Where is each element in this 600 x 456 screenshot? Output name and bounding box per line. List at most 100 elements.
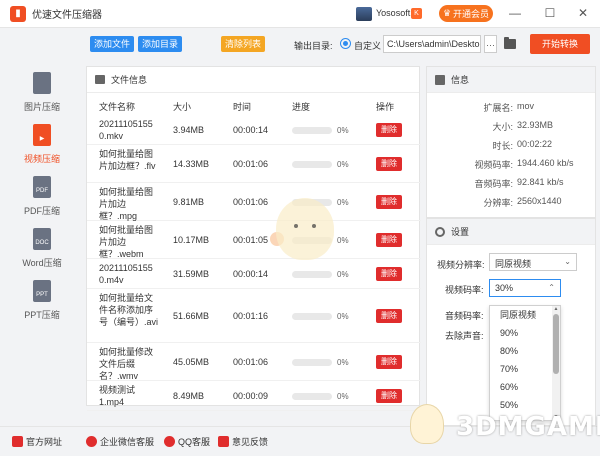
watermark: 3DMGAME xyxy=(400,390,600,456)
title-bar: ▮ 优速文件压缩器 Yososoft K ♛ 开通会员 — ☐ ✕ xyxy=(0,0,600,28)
table-row[interactable]: 视频测试1.mp4 8.49MB 00:00:09 0% 删除 xyxy=(87,381,421,411)
info-value: 92.841 kb/s xyxy=(517,177,564,187)
delete-button[interactable]: 删除 xyxy=(376,233,402,247)
dropdown-option[interactable]: 80% xyxy=(490,342,560,360)
file-duration: 00:00:14 xyxy=(233,125,269,135)
vip-badge-icon: K xyxy=(411,8,422,19)
table-row[interactable]: 如何批量给图片加边框？.flv 14.33MB 00:01:06 0% 删除 xyxy=(87,145,421,183)
table-row[interactable]: 20211105155 0.m4v 31.59MB 00:00:14 0% 删除 xyxy=(87,259,421,289)
maximize-icon[interactable]: ☐ xyxy=(542,5,558,21)
table-row[interactable]: 20211105155 0.mkv 3.94MB 00:00:14 0% 删除 xyxy=(87,115,421,145)
delete-button[interactable]: 删除 xyxy=(376,157,402,171)
table-row[interactable]: 如何批量给图片加边框？.webm 10.17MB 00:01:05 0% 删除 xyxy=(87,221,421,259)
folder-icon[interactable] xyxy=(504,37,516,49)
audio-bitrate-label: 音频码率: xyxy=(445,311,484,321)
progress-percent: 0% xyxy=(337,126,349,135)
sidebar-item-pdf[interactable]: PDF PDF压缩 xyxy=(0,168,84,224)
custom-radio-label[interactable]: 自定义 xyxy=(354,39,381,52)
browse-button[interactable]: ··· xyxy=(484,35,497,53)
clear-list-button[interactable]: 清除列表 xyxy=(221,36,266,52)
chevron-up-icon: ⌃ xyxy=(548,283,555,292)
bitrate-label: 视频码率: xyxy=(445,285,484,295)
image-icon xyxy=(33,72,51,94)
feedback-icon xyxy=(218,436,229,447)
file-size: 8.49MB xyxy=(173,391,205,401)
qq-icon xyxy=(164,436,175,447)
file-name: 如何批量给图片加边框？.flv xyxy=(99,149,156,171)
info-key: 视频码率: xyxy=(474,160,513,170)
pdf-icon: PDF xyxy=(33,176,51,198)
sidebar-item-ppt[interactable]: PPT PPT压缩 xyxy=(0,272,84,328)
file-panel-header: 文件信息 xyxy=(87,67,419,93)
dropdown-option[interactable]: 同原视频 xyxy=(490,306,560,324)
dropdown-option[interactable]: 90% xyxy=(490,324,560,342)
delete-button[interactable]: 删除 xyxy=(376,123,402,137)
watermark-text: 3DMGAME xyxy=(456,412,600,442)
file-duration: 00:01:16 xyxy=(233,311,269,321)
delete-button[interactable]: 删除 xyxy=(376,355,402,369)
qq-support-link[interactable]: QQ客服 xyxy=(164,435,210,448)
delete-button[interactable]: 删除 xyxy=(376,195,402,209)
info-value: 1944.460 kb/s xyxy=(517,158,574,168)
add-file-button[interactable]: 添加文件 xyxy=(90,36,135,52)
progress-percent: 0% xyxy=(337,312,349,321)
column-header: 文件名称 xyxy=(99,102,136,112)
table-row[interactable]: 如何批量给图片加边框？.mpg 9.81MB 00:01:06 0% 删除 xyxy=(87,183,421,221)
file-size: 51.66MB xyxy=(173,311,210,321)
sidebar-item-word[interactable]: DOC Word压缩 xyxy=(0,220,84,276)
scroll-up-icon[interactable]: ▲ xyxy=(552,306,560,312)
output-path-input[interactable]: C:\Users\admin\Deskto xyxy=(383,35,481,53)
info-row: 扩展名: mov xyxy=(427,101,597,119)
feedback-link[interactable]: 意见反馈 xyxy=(218,435,268,448)
info-value: 2560x1440 xyxy=(517,196,562,206)
progress-percent: 0% xyxy=(337,198,349,207)
doc-icon: DOC xyxy=(33,228,51,250)
progress-bar xyxy=(292,393,332,400)
dropdown-option[interactable]: 70% xyxy=(490,360,560,378)
info-key: 大小: xyxy=(492,122,513,132)
avatar[interactable] xyxy=(356,7,372,21)
progress-percent: 0% xyxy=(337,236,349,245)
resolution-select[interactable]: 同原视频 ⌄ xyxy=(489,253,577,271)
delete-button[interactable]: 删除 xyxy=(376,309,402,323)
delete-button[interactable]: 删除 xyxy=(376,267,402,281)
file-duration: 00:01:06 xyxy=(233,159,269,169)
file-panel: 文件信息 文件名称 大小 时间 进度 操作 20211105155 0.mkv 3… xyxy=(86,66,421,411)
table-header: 文件名称 大小 时间 进度 操作 xyxy=(87,93,421,115)
vip-button[interactable]: ♛ 开通会员 xyxy=(439,5,493,22)
settings-panel-header: 设置 xyxy=(427,219,595,245)
column-header: 操作 xyxy=(376,102,395,112)
delete-button[interactable]: 删除 xyxy=(376,389,402,403)
website-link[interactable]: 官方网址 xyxy=(12,435,62,448)
add-dir-button[interactable]: 添加目录 xyxy=(138,36,183,52)
wechat-support-link[interactable]: 企业微信客服 xyxy=(86,435,154,448)
file-size: 9.81MB xyxy=(173,197,205,207)
progress-percent: 0% xyxy=(337,392,349,401)
file-size: 3.94MB xyxy=(173,125,205,135)
table-row[interactable]: 如何批量给文件名称添加序号（编号）.avi 51.66MB 00:01:16 0% 删除 xyxy=(87,289,421,343)
progress-percent: 0% xyxy=(337,358,349,367)
progress-bar xyxy=(292,161,332,168)
username[interactable]: Yososoft xyxy=(376,8,410,18)
info-key: 分辨率: xyxy=(483,198,513,208)
minimize-icon[interactable]: — xyxy=(507,5,523,21)
sidebar-item-image[interactable]: 图片压缩 xyxy=(0,64,84,120)
close-icon[interactable]: ✕ xyxy=(575,5,591,21)
custom-radio[interactable] xyxy=(340,38,351,49)
table-row[interactable]: 如何批量修改文件后缀名？.wmv 45.05MB 00:01:06 0% 删除 xyxy=(87,343,421,381)
progress-bar xyxy=(292,271,332,278)
bitrate-select[interactable]: 30% ⌃ xyxy=(489,279,561,297)
info-key: 扩展名: xyxy=(483,103,513,113)
info-row: 大小: 32.93MB xyxy=(427,120,597,138)
scroll-thumb[interactable] xyxy=(553,314,559,374)
sidebar-item-video[interactable]: ▶ 视频压缩 xyxy=(0,116,84,172)
start-convert-button[interactable]: 开始转换 xyxy=(530,34,590,54)
home-icon xyxy=(12,436,23,447)
progress-bar xyxy=(292,127,332,134)
column-header: 进度 xyxy=(292,102,311,112)
file-name: 如何批量给图片加边框？.webm xyxy=(99,225,154,259)
chevron-down-icon: ⌄ xyxy=(564,257,571,266)
file-name: 视频测试1.mp4 xyxy=(99,385,136,407)
progress-bar xyxy=(292,359,332,366)
info-panel-header: 信息 xyxy=(427,67,595,93)
